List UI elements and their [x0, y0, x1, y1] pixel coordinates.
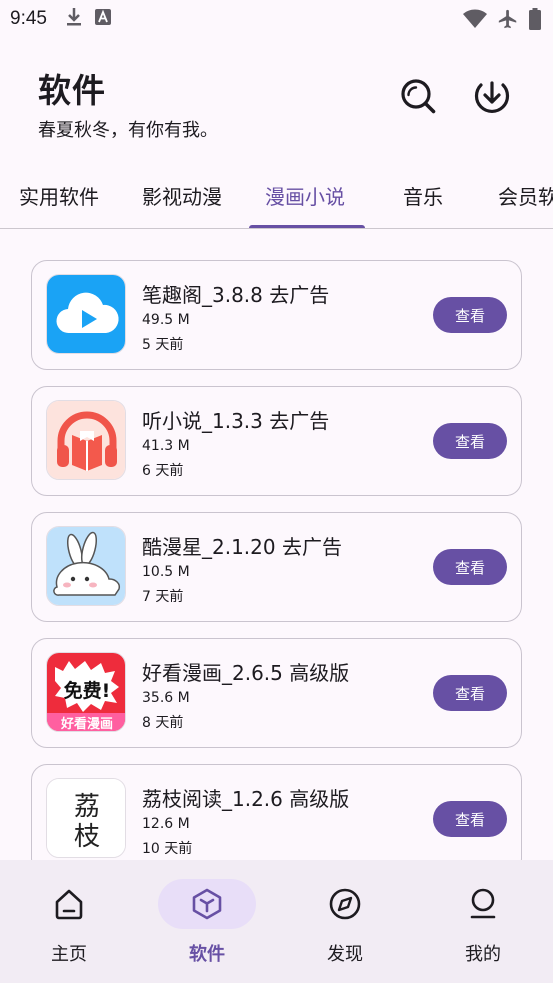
app-size: 35.6 M	[142, 690, 190, 706]
svg-text:好看漫画: 好看漫画	[60, 716, 113, 732]
svg-text:枝: 枝	[74, 822, 100, 852]
nav-discover[interactable]: 发现	[276, 860, 414, 983]
view-button[interactable]: 查看	[433, 801, 507, 837]
download-button[interactable]	[472, 78, 512, 118]
app-title: 笔趣阁_3.8.8 去广告	[142, 283, 330, 307]
nav-label: 发现	[327, 944, 363, 965]
view-button[interactable]: 查看	[433, 675, 507, 711]
view-button[interactable]: 查看	[433, 297, 507, 333]
status-time: 9:45	[10, 8, 47, 29]
lizhi-calligraphy-icon: 荔 枝	[46, 778, 126, 858]
home-icon	[49, 884, 89, 924]
app-date: 6 天前	[142, 463, 184, 479]
rabbit-icon	[46, 526, 126, 606]
tab-music[interactable]: 音乐	[403, 181, 443, 210]
nav-software[interactable]: 软件	[138, 860, 276, 983]
app-title: 荔枝阅读_1.2.6 高级版	[142, 787, 350, 811]
download-icon	[65, 7, 83, 31]
view-button[interactable]: 查看	[433, 549, 507, 585]
app-date: 5 天前	[142, 337, 184, 353]
free-manga-icon: 免费! 好看漫画	[46, 652, 126, 732]
app-card[interactable]: 荔 枝 荔枝阅读_1.2.6 高级版 12.6 M 10 天前 查看	[31, 764, 522, 860]
nav-label: 软件	[189, 944, 225, 965]
tab-tools[interactable]: 实用软件	[19, 181, 99, 210]
airplane-icon	[497, 8, 519, 34]
page-title: 软件	[38, 71, 106, 110]
a-icon	[94, 9, 111, 29]
app-card[interactable]: 免费! 好看漫画 好看漫画_2.6.5 高级版 35.6 M 8 天前 查看	[31, 638, 522, 748]
app-size: 49.5 M	[142, 312, 190, 328]
download-circle-icon	[473, 77, 511, 119]
nav-me[interactable]: 我的	[414, 860, 552, 983]
app-card[interactable]: 笔趣阁_3.8.8 去广告 49.5 M 5 天前 查看	[31, 260, 522, 370]
tab-vip[interactable]: 会员软	[498, 181, 553, 210]
person-icon	[463, 884, 503, 924]
app-size: 41.3 M	[142, 438, 190, 454]
app-date: 8 天前	[142, 715, 184, 731]
wifi-icon	[463, 9, 487, 33]
nav-label: 主页	[51, 944, 87, 965]
app-size: 12.6 M	[142, 816, 190, 832]
app-list[interactable]: 笔趣阁_3.8.8 去广告 49.5 M 5 天前 查看 听小说_1.3.3 去…	[0, 230, 553, 860]
svg-text:免费!: 免费!	[64, 679, 111, 702]
tab-comics-novels[interactable]: 漫画小说	[265, 181, 345, 210]
svg-text:荔: 荔	[74, 792, 100, 822]
app-date: 7 天前	[142, 589, 184, 605]
compass-icon	[325, 884, 365, 924]
search-icon	[399, 77, 437, 119]
headphones-book-icon	[46, 400, 126, 480]
nav-home[interactable]: 主页	[0, 860, 138, 983]
app-card[interactable]: 酷漫星_2.1.20 去广告 10.5 M 7 天前 查看	[31, 512, 522, 622]
app-size: 10.5 M	[142, 564, 190, 580]
cube-icon	[187, 884, 227, 924]
app-header: 软件 春夏秋冬，有你有我。	[38, 64, 218, 142]
app-date: 10 天前	[142, 841, 193, 857]
tab-video[interactable]: 影视动漫	[142, 181, 222, 210]
bottom-nav: 主页 软件 发现 我的	[0, 860, 553, 983]
view-button[interactable]: 查看	[433, 423, 507, 459]
tab-indicator	[249, 225, 365, 228]
cloud-play-icon	[46, 274, 126, 354]
battery-icon	[529, 8, 541, 34]
status-bar: 9:45	[0, 0, 553, 38]
app-card[interactable]: 听小说_1.3.3 去广告 41.3 M 6 天前 查看	[31, 386, 522, 496]
nav-label: 我的	[465, 944, 501, 965]
category-tabs: 实用软件 影视动漫 漫画小说 音乐 会员软	[0, 165, 553, 229]
search-button[interactable]	[398, 78, 438, 118]
app-title: 好看漫画_2.6.5 高级版	[142, 661, 350, 685]
app-title: 酷漫星_2.1.20 去广告	[142, 535, 342, 559]
app-title: 听小说_1.3.3 去广告	[142, 409, 330, 433]
page-subtitle: 春夏秋冬，有你有我。	[38, 120, 218, 141]
